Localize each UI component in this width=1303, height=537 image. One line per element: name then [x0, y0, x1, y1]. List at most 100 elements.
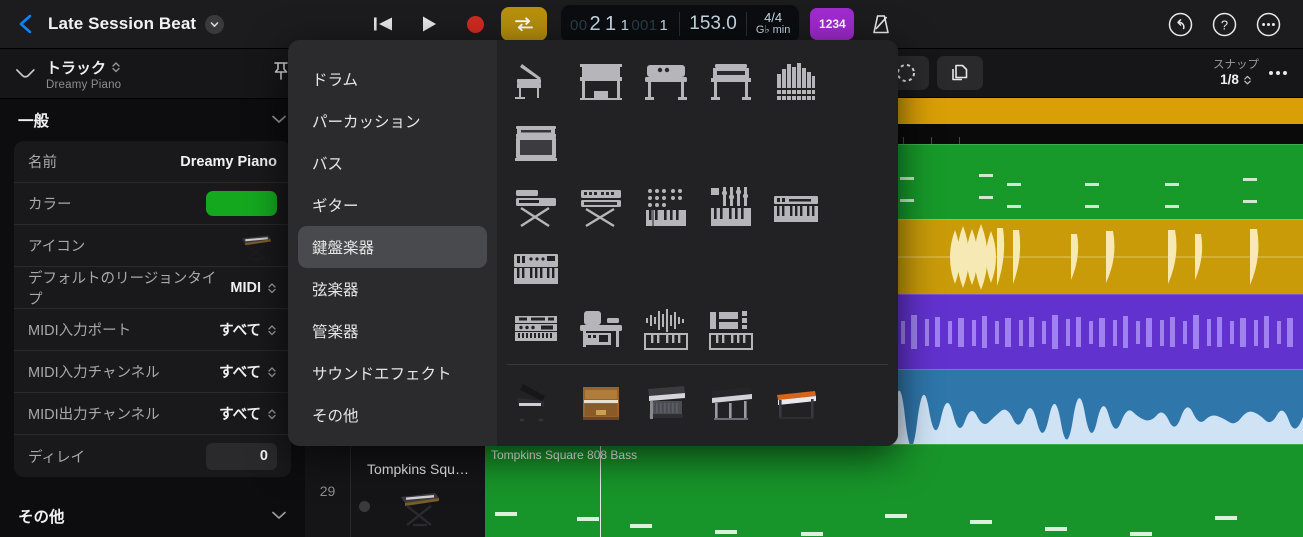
- record-button[interactable]: [452, 7, 498, 41]
- icon-electric-piano[interactable]: [634, 50, 697, 112]
- project-title[interactable]: Late Session Beat: [48, 14, 196, 34]
- orange-stage-piano-photo: [776, 391, 816, 419]
- play-button[interactable]: [406, 7, 452, 41]
- icon-wood-organ-photo[interactable]: [504, 433, 567, 446]
- icon-grand-piano[interactable]: [504, 50, 567, 112]
- category-keyboards[interactable]: 鍵盤楽器: [298, 226, 487, 268]
- keyboard-stand-icon[interactable]: [391, 487, 445, 527]
- icon-grid-symbols-row2: [497, 174, 898, 298]
- category-bass[interactable]: バス: [298, 142, 487, 184]
- icon-rack-synth[interactable]: [504, 298, 567, 360]
- lcd-signature-key[interactable]: 4/4 G♭ min: [756, 11, 791, 36]
- cycle-button[interactable]: [501, 7, 547, 41]
- duplicate-button[interactable]: [937, 56, 983, 90]
- inspector-row-midi-out-channel[interactable]: MIDI出力チャンネル すべて: [14, 393, 291, 435]
- category-label: ギター: [312, 198, 359, 215]
- category-guitar[interactable]: ギター: [298, 184, 487, 226]
- project-disclosure-button[interactable]: [205, 14, 225, 34]
- lcd-time-signature: 4/4: [764, 10, 783, 26]
- row-value-midi-in-channel-wrap: すべて: [219, 361, 277, 382]
- inspector-back-button[interactable]: [14, 60, 36, 87]
- help-button[interactable]: ?: [1212, 12, 1237, 37]
- icon-digital-piano-dark-photo[interactable]: [634, 371, 697, 433]
- inspector-row-midi-in-channel[interactable]: MIDI入力チャンネル すべて: [14, 351, 291, 393]
- icon-stage-keyboard[interactable]: [504, 174, 567, 236]
- more-button[interactable]: [1256, 12, 1281, 37]
- waveform-keys-icon: [643, 309, 688, 350]
- icon-wood-upright-piano-photo[interactable]: [569, 371, 632, 433]
- category-percussion[interactable]: パーカッション: [298, 100, 487, 142]
- inspector-title-row[interactable]: トラック: [46, 57, 121, 78]
- section-other-chevron[interactable]: [271, 507, 287, 525]
- inspector-row-region-type[interactable]: デフォルトのリージョンタイプ MIDI: [14, 267, 291, 309]
- inspector-row-color[interactable]: カラー: [14, 183, 291, 225]
- color-swatch[interactable]: [206, 191, 277, 216]
- icon-clavinova[interactable]: [569, 298, 632, 360]
- category-label: パーカッション: [312, 114, 421, 131]
- inspector-row-icon[interactable]: アイコン: [14, 225, 291, 267]
- cycle-icon: [515, 17, 533, 32]
- icon-waveform-keys[interactable]: [634, 298, 697, 360]
- lcd-display[interactable]: 00 2 1 1 001 1 153.0 4/4 G♭ min: [561, 5, 800, 43]
- lcd-tempo[interactable]: 153.0: [689, 13, 737, 35]
- icon-modular-synth[interactable]: [699, 174, 762, 236]
- icon-upright-piano[interactable]: [569, 50, 632, 112]
- track-row-header[interactable]: 29 Tompkins Squ…: [305, 444, 485, 537]
- stepper-icon[interactable]: [267, 365, 277, 379]
- category-label: 弦楽器: [312, 282, 359, 299]
- category-other[interactable]: その他: [298, 394, 487, 436]
- inspector-row-midi-in-port[interactable]: MIDI入力ポート すべて: [14, 309, 291, 351]
- inspector-row-name[interactable]: 名前 Dreamy Piano: [14, 141, 291, 183]
- delay-input[interactable]: 0: [206, 442, 277, 470]
- icon-orange-stage-piano-photo[interactable]: [764, 371, 827, 433]
- lcd-position[interactable]: 00 2 1 1 001 1: [570, 13, 670, 36]
- undo-button[interactable]: [1168, 12, 1193, 37]
- track-row-29[interactable]: 29 Tompkins Squ… Tompkins Square 808 Bas…: [305, 444, 1303, 537]
- arrange-more-button[interactable]: [1269, 71, 1303, 75]
- icon-grand-piano-photo[interactable]: [504, 371, 567, 433]
- metronome-button[interactable]: [861, 7, 901, 41]
- track-inspector: トラック Dreamy Piano 一般 名前 Dreamy Piano カラー…: [0, 49, 305, 537]
- metronome-icon: [873, 15, 890, 34]
- category-winds[interactable]: 管楽器: [298, 310, 487, 352]
- inspector-section-general-header[interactable]: 一般: [0, 99, 305, 141]
- digital-piano-dark-photo: [647, 386, 685, 419]
- inspector-row-delay[interactable]: ディレイ 0: [14, 435, 291, 477]
- record-enable-icon[interactable]: [359, 501, 370, 512]
- row-label-midi-in-channel: MIDI入力チャンネル: [28, 365, 160, 381]
- icon-slab-digital-piano-photo[interactable]: [699, 371, 762, 433]
- category-sound-effects[interactable]: サウンドエフェクト: [298, 352, 487, 394]
- snap-value: 1/8: [1220, 71, 1239, 87]
- region-tompkins-square-808-bass[interactable]: Tompkins Square 808 Bass: [485, 444, 1303, 537]
- inspector-title: トラック: [46, 59, 107, 77]
- snap-control[interactable]: スナップ 1/8: [1213, 59, 1269, 88]
- icon-drum-machine-keys[interactable]: [634, 174, 697, 236]
- category-strings[interactable]: 弦楽器: [298, 268, 487, 310]
- category-drums[interactable]: ドラム: [298, 58, 487, 100]
- chevron-down-icon: [272, 511, 286, 519]
- stepper-icon[interactable]: [267, 281, 277, 295]
- icon-grid-symbols: [497, 50, 898, 174]
- inspector-section-other-header[interactable]: その他: [0, 495, 305, 537]
- icon-synth-keyboard[interactable]: [504, 236, 567, 298]
- rewind-button[interactable]: [360, 7, 406, 41]
- keyboard-stand-icon[interactable]: [233, 231, 277, 261]
- stepper-icon[interactable]: [267, 407, 277, 421]
- track-header-body[interactable]: Tompkins Squ…: [350, 445, 485, 537]
- section-general-chevron[interactable]: [271, 111, 287, 129]
- icon-sampler-keys[interactable]: [699, 298, 762, 360]
- count-in-button[interactable]: 1234: [810, 8, 855, 40]
- snap-value-row[interactable]: 1/8: [1213, 72, 1259, 88]
- section-title-other: その他: [18, 509, 65, 526]
- play-icon: [423, 16, 436, 32]
- icon-console-piano[interactable]: [504, 112, 567, 174]
- stepper-icon[interactable]: [267, 323, 277, 337]
- icon-pipe-organ[interactable]: [764, 50, 827, 112]
- track-name[interactable]: Tompkins Squ…: [351, 445, 485, 477]
- rack-synth-icon: [514, 316, 557, 341]
- back-button[interactable]: [14, 11, 40, 37]
- icon-midi-controller[interactable]: [764, 174, 827, 236]
- icon-synth-on-stand[interactable]: [569, 174, 632, 236]
- grand-piano-photo: [517, 384, 545, 422]
- icon-spinet-piano[interactable]: [699, 50, 762, 112]
